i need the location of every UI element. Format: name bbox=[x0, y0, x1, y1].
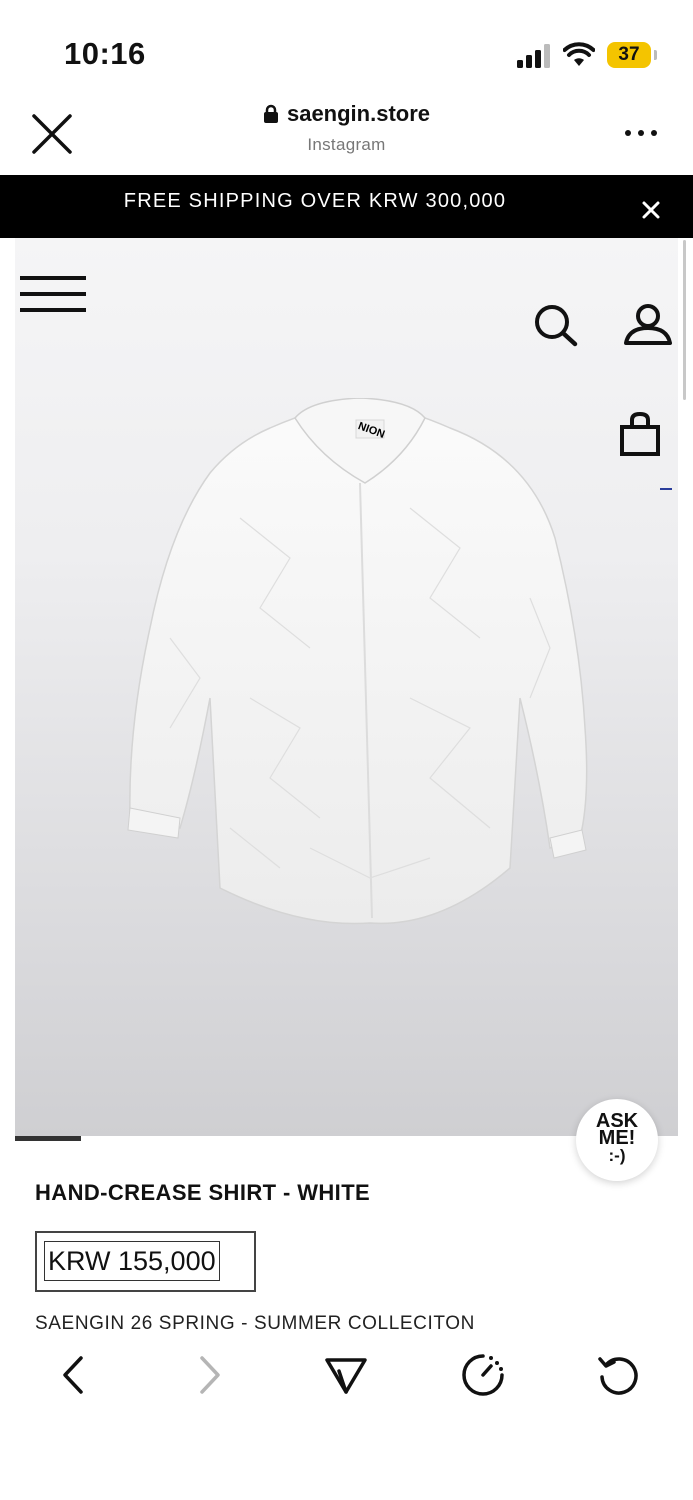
product-image[interactable]: NION bbox=[15, 238, 678, 1136]
chevron-left-icon bbox=[63, 1356, 83, 1394]
user-icon[interactable] bbox=[623, 302, 673, 346]
promo-banner: FREE SHIPPING OVER KRW 300,000 bbox=[0, 175, 693, 238]
status-time: 10:16 bbox=[64, 36, 146, 71]
promo-text: FREE SHIPPING OVER KRW 300,000 bbox=[123, 190, 507, 212]
lock-icon bbox=[263, 104, 278, 123]
reload-icon bbox=[598, 1357, 638, 1395]
browser-nav-bar bbox=[0, 1345, 693, 1405]
search-icon[interactable] bbox=[533, 303, 579, 347]
promo-close-icon[interactable] bbox=[640, 199, 662, 221]
chat-label-3: :-) bbox=[608, 1146, 626, 1165]
cart-indicator bbox=[660, 488, 672, 490]
url-display[interactable]: saengin.store Instagram bbox=[0, 101, 693, 155]
status-bar: 10:16 37 bbox=[0, 0, 693, 95]
hamburger-icon[interactable] bbox=[20, 276, 86, 312]
signal-icon bbox=[517, 44, 553, 68]
product-price: KRW 155,000 bbox=[44, 1241, 220, 1281]
browser-bar: saengin.store Instagram bbox=[0, 95, 693, 175]
collection-text: SAENGIN 26 SPRING - SUMMER COLLECITON bbox=[35, 1313, 475, 1334]
url-domain: saengin.store bbox=[286, 101, 431, 126]
shirt-illustration: NION bbox=[127, 398, 588, 925]
back-button[interactable] bbox=[43, 1345, 103, 1405]
chat-button[interactable]: ASK ME! :-) bbox=[576, 1099, 658, 1181]
gallery-indicator[interactable] bbox=[15, 1136, 81, 1141]
price-box: KRW 155,000 bbox=[35, 1231, 256, 1292]
chevron-right-icon bbox=[200, 1356, 220, 1394]
forward-button[interactable] bbox=[180, 1345, 240, 1405]
wifi-icon bbox=[563, 42, 595, 66]
share-button[interactable] bbox=[316, 1345, 376, 1405]
send-icon bbox=[325, 1358, 367, 1394]
bag-icon[interactable] bbox=[619, 411, 661, 457]
url-source: Instagram bbox=[307, 135, 386, 154]
reload-button[interactable] bbox=[589, 1345, 649, 1405]
battery-indicator: 37 bbox=[607, 42, 651, 68]
chat-label-2: ME! bbox=[598, 1127, 636, 1149]
more-icon[interactable] bbox=[624, 123, 658, 143]
product-title: HAND-CREASE SHIRT - WHITE bbox=[35, 1180, 371, 1205]
scrollbar[interactable] bbox=[683, 240, 686, 400]
timer-button[interactable] bbox=[453, 1345, 513, 1405]
battery-tip bbox=[654, 50, 657, 60]
timer-icon bbox=[462, 1354, 504, 1396]
